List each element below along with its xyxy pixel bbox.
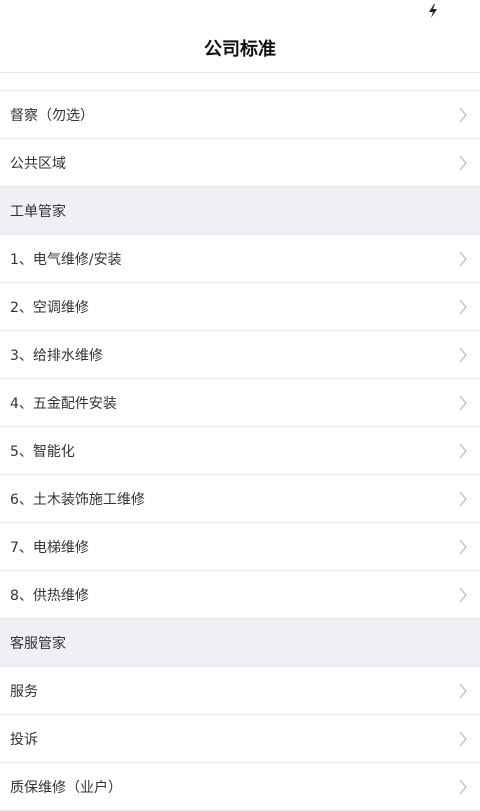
standards-list: 督察（勿选） 公共区域 工单管家 1、电气维修/安装 2、空调维修 3、给排水维…	[0, 91, 480, 811]
section-header-work-order: 工单管家	[0, 187, 480, 235]
chevron-right-icon	[459, 539, 467, 554]
list-item-warranty-repair[interactable]: 质保维修（业户）	[0, 763, 480, 811]
chevron-right-icon	[459, 299, 467, 314]
list-item-label: 质保维修（业户）	[10, 779, 122, 796]
list-item-label: 督察（勿选）	[10, 107, 94, 124]
spacer	[0, 73, 480, 91]
list-item-public-area[interactable]: 公共区域	[0, 139, 480, 187]
list-item-heating[interactable]: 8、供热维修	[0, 571, 480, 619]
chevron-right-icon	[459, 587, 467, 602]
section-header-label: 客服管家	[10, 635, 66, 652]
list-item-plumbing[interactable]: 3、给排水维修	[0, 331, 480, 379]
page-title: 公司标准	[204, 39, 276, 60]
list-item-label: 公共区域	[10, 155, 66, 172]
section-header-label: 工单管家	[10, 203, 66, 220]
list-item-electrical[interactable]: 1、电气维修/安装	[0, 235, 480, 283]
chevron-right-icon	[459, 251, 467, 266]
list-item-label: 6、土木装饰施工维修	[10, 491, 145, 508]
lightning-bolt-icon	[429, 4, 437, 18]
list-item-service[interactable]: 服务	[0, 667, 480, 715]
list-item-air-conditioning[interactable]: 2、空调维修	[0, 283, 480, 331]
chevron-right-icon	[459, 779, 467, 794]
list-item-label: 投诉	[10, 731, 38, 748]
list-item-elevator[interactable]: 7、电梯维修	[0, 523, 480, 571]
list-item-label: 3、给排水维修	[10, 347, 103, 364]
chevron-right-icon	[459, 491, 467, 506]
list-item-inspection[interactable]: 督察（勿选）	[0, 91, 480, 139]
list-item-label: 4、五金配件安装	[10, 395, 117, 412]
chevron-right-icon	[459, 107, 467, 122]
list-item-label: 5、智能化	[10, 443, 75, 460]
chevron-right-icon	[459, 443, 467, 458]
app-header: 公司标准	[0, 24, 480, 73]
list-item-smart-systems[interactable]: 5、智能化	[0, 427, 480, 475]
list-item-hardware[interactable]: 4、五金配件安装	[0, 379, 480, 427]
chevron-right-icon	[459, 683, 467, 698]
list-item-label: 服务	[10, 683, 38, 700]
section-header-customer-service: 客服管家	[0, 619, 480, 667]
chevron-right-icon	[459, 731, 467, 746]
list-item-label: 8、供热维修	[10, 587, 89, 604]
list-item-label: 1、电气维修/安装	[10, 251, 122, 268]
list-item-label: 2、空调维修	[10, 299, 89, 316]
list-item-label: 7、电梯维修	[10, 539, 89, 556]
list-item-civil-decoration[interactable]: 6、土木装饰施工维修	[0, 475, 480, 523]
chevron-right-icon	[459, 347, 467, 362]
list-item-complaint[interactable]: 投诉	[0, 715, 480, 763]
chevron-right-icon	[459, 395, 467, 410]
chevron-right-icon	[459, 155, 467, 170]
status-bar	[0, 0, 480, 24]
